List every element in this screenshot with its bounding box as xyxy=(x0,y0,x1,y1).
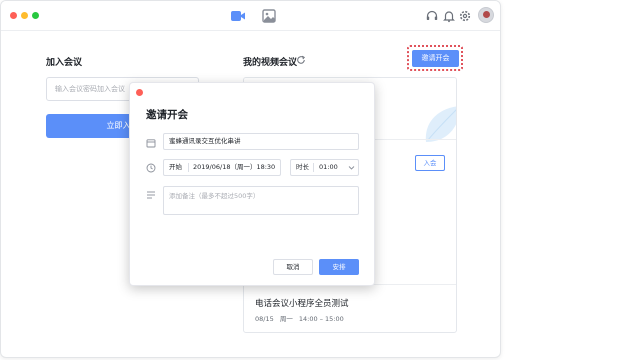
bell-icon[interactable] xyxy=(442,9,456,23)
close-dialog-button[interactable] xyxy=(136,89,143,96)
invite-meeting-button[interactable]: 邀请开会 xyxy=(412,50,459,67)
calendar-icon xyxy=(146,139,156,148)
clock-icon xyxy=(146,163,156,173)
image-icon[interactable] xyxy=(261,8,277,24)
invite-meeting-dialog: 邀请开会 蜜蜂通讯录交互优化串讲 开始 2019/06/18（周一）18:30 … xyxy=(129,82,375,286)
chevron-down-icon xyxy=(348,166,355,170)
field-separator xyxy=(313,163,314,172)
meeting-weekday: 周一 xyxy=(279,315,293,323)
meeting-time: 08/15 周一 14:00 – 15:00 xyxy=(255,313,348,323)
enter-meeting-button[interactable]: 入会 xyxy=(415,155,445,171)
cancel-button[interactable]: 取消 xyxy=(273,259,313,275)
meeting-title[interactable]: 电话会议小程序全员测试 xyxy=(255,297,349,309)
join-meeting-title: 加入会议 xyxy=(46,58,83,68)
gear-icon[interactable] xyxy=(458,9,472,23)
notes-icon xyxy=(147,191,155,199)
refresh-icon[interactable] xyxy=(296,55,306,65)
field-separator xyxy=(188,163,189,172)
headset-icon[interactable] xyxy=(425,9,439,23)
notes-textarea[interactable]: 添加备注（最多不超过500字） xyxy=(163,186,359,215)
start-label: 开始 xyxy=(169,163,182,171)
duration-label: 时长 xyxy=(296,163,309,171)
close-window-button[interactable] xyxy=(10,12,17,19)
meeting-time-range: 14:00 – 15:00 xyxy=(298,315,344,323)
avatar[interactable] xyxy=(478,7,494,23)
duration-select[interactable]: 时长 01:00 xyxy=(290,159,359,176)
meeting-topic-input[interactable]: 蜜蜂通讯录交互优化串讲 xyxy=(163,133,359,150)
app-window: 加入会议 立即入会 我的视频会议 邀请开会 入会 电话会议小程序全员测试 08/… xyxy=(0,0,501,358)
video-icon[interactable] xyxy=(230,8,246,24)
start-time-field[interactable]: 开始 2019/06/18（周一）18:30 xyxy=(163,159,281,176)
schedule-button[interactable]: 安排 xyxy=(319,259,359,275)
meeting-date: 08/15 xyxy=(255,315,274,323)
start-time-value: 2019/06/18（周一）18:30 xyxy=(193,163,276,171)
title-bar xyxy=(1,1,500,31)
my-meetings-title: 我的视频会议 xyxy=(243,58,298,68)
dialog-title: 邀请开会 xyxy=(146,109,188,121)
minimize-window-button[interactable] xyxy=(21,12,28,19)
maximize-window-button[interactable] xyxy=(32,12,39,19)
duration-value: 01:00 xyxy=(319,163,338,171)
